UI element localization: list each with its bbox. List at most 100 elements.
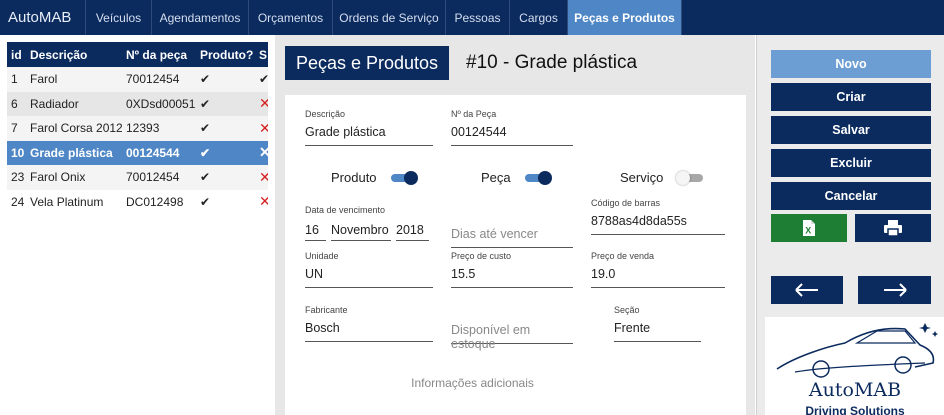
informacoes-adicionais-input[interactable]: Informações adicionais [285,376,660,390]
dias-vencer-field[interactable]: Dias até vencer [451,211,573,248]
secao-select[interactable]: Frente [614,316,701,342]
nav-item-veiculos[interactable]: Veículos [86,0,152,35]
check-icon: ✔ [196,116,255,141]
nav-item-cargos[interactable]: Cargos [510,0,568,35]
cross-icon: ✕ [255,91,268,116]
table-row[interactable]: 6 Radiador 0XDsd00051 ✔ ✕ [7,91,268,116]
estoque-field[interactable]: Disponível em estoque [451,318,573,351]
svg-text:X: X [805,226,811,236]
cell-id: 24 [7,189,26,214]
nav-item-pessoas[interactable]: Pessoas [446,0,510,35]
produto-toggle-label: Produto [331,170,377,185]
check-icon: ✔ [196,67,255,92]
criar-button[interactable]: Criar [771,83,931,111]
cell-descricao: Radiador [26,91,122,116]
logo-name: AutoMAB [808,379,902,401]
excel-export-button[interactable]: X [771,214,847,242]
column-header-descricao[interactable]: Descrição [26,42,122,67]
nav-item-orcamentos[interactable]: Orçamentos [249,0,333,35]
fabricante-field[interactable]: Fabricante Bosch [305,305,433,342]
descricao-input[interactable]: Grade plástica [305,120,433,146]
column-header-id[interactable]: id [7,42,26,67]
column-header-numero[interactable]: Nº da peça [122,42,196,67]
dias-vencer-input[interactable]: Dias até vencer [451,222,573,248]
servico-toggle-row[interactable]: Serviço [620,170,704,185]
secao-field[interactable]: Seção Frente [614,305,701,342]
preco-custo-field[interactable]: Preço de custo 15.5 [451,251,573,288]
record-title: #10 - Grade plástica [466,52,638,73]
preco-custo-input[interactable]: 15.5 [451,262,573,288]
numero-peca-field[interactable]: Nº da Peça 00124544 [451,109,573,146]
excluir-button[interactable]: Excluir [771,149,931,177]
next-record-button[interactable] [858,276,931,304]
estoque-input[interactable]: Disponível em estoque [451,318,573,351]
vencimento-month-select[interactable]: Novembro [331,221,391,241]
section-title: Peças e Produtos [285,46,449,80]
nav-item-agendamentos[interactable]: Agendamentos [152,0,249,35]
descricao-field[interactable]: Descrição Grade plástica [305,109,433,146]
table-row[interactable]: 23 Farol Onix 70012454 ✔ ✕ [7,165,268,190]
print-button[interactable] [855,214,931,242]
cell-numero: 12393 [122,116,196,141]
secao-label: Seção [614,305,640,315]
unidade-input[interactable]: UN [305,262,433,288]
cell-id: 23 [7,165,26,190]
nav-item-ordens-servico[interactable]: Ordens de Serviço [333,0,446,35]
arrow-left-icon [795,283,818,297]
column-header-produto[interactable]: Produto? [196,42,255,67]
table-header-row: id Descrição Nº da peça Produto? S [7,42,268,67]
peca-toggle-label: Peça [481,170,511,185]
numero-peca-label: Nº da Peça [451,109,497,119]
part-form: Descrição Grade plástica Nº da Peça 0012… [285,95,746,415]
cell-numero: 00124544 [122,140,196,165]
preco-venda-label: Preço de venda [591,251,655,261]
servico-toggle-label: Serviço [620,170,664,185]
actions-panel: Novo Criar Salvar Excluir Cancelar X Aut… [756,35,944,415]
table-row-selected[interactable]: 10 Grade plástica 00124544 ✔ ✕ [7,140,268,165]
cell-id: 1 [7,67,26,92]
check-icon: ✔ [196,140,255,165]
check-icon: ✔ [255,67,268,92]
fabricante-label: Fabricante [305,305,348,315]
check-icon: ✔ [196,165,255,190]
servico-toggle[interactable] [676,170,704,185]
table-row[interactable]: 1 Farol 70012454 ✔ ✔ [7,67,268,92]
cell-numero: 70012454 [122,67,196,92]
cross-icon: ✕ [255,165,268,190]
column-header-servico[interactable]: S [255,42,268,67]
cancelar-button[interactable]: Cancelar [771,182,931,210]
peca-toggle-row[interactable]: Peça [481,170,552,185]
detail-panel: Peças e Produtos #10 - Grade plástica De… [275,35,755,415]
vencimento-day-select[interactable]: 16 [305,221,326,241]
parts-table: id Descrição Nº da peça Produto? S 1 Far… [7,42,268,214]
peca-toggle[interactable] [524,170,552,185]
codigo-barras-input[interactable]: 8788as4d8da55s [591,209,725,235]
novo-button[interactable]: Novo [771,50,931,78]
salvar-button[interactable]: Salvar [771,116,931,144]
unidade-field[interactable]: Unidade UN [305,251,433,288]
cell-id: 7 [7,116,26,141]
app-brand[interactable]: AutoMAB [0,0,86,35]
nav-item-pecas-produtos[interactable]: Peças e Produtos [568,0,682,35]
codigo-barras-field[interactable]: Código de barras 8788as4d8da55s [591,198,725,235]
excel-export-icon: X [803,220,815,236]
preco-venda-input[interactable]: 19.0 [591,262,725,288]
produto-toggle-row[interactable]: Produto [331,170,418,185]
descricao-label: Descrição [305,109,346,119]
preco-venda-field[interactable]: Preço de venda 19.0 [591,251,725,288]
cell-descricao: Farol Corsa 2012 [26,116,122,141]
parts-list-panel: id Descrição Nº da peça Produto? S 1 Far… [0,35,275,415]
vencimento-year-select[interactable]: 2018 [396,221,429,241]
previous-record-button[interactable] [771,276,843,304]
top-nav: AutoMAB Veículos Agendamentos Orçamentos… [0,0,944,35]
numero-peca-input[interactable]: 00124544 [451,120,573,146]
table-row[interactable]: 24 Vela Platinum DC012498 ✔ ✕ [7,189,268,214]
table-row[interactable]: 7 Farol Corsa 2012 12393 ✔ ✕ [7,116,268,141]
cell-numero: 0XDsd00051 [122,91,196,116]
cross-icon: ✕ [255,116,268,141]
cell-numero: DC012498 [122,189,196,214]
produto-toggle[interactable] [390,170,418,185]
cell-descricao: Vela Platinum [26,189,122,214]
fabricante-input[interactable]: Bosch [305,316,433,342]
cell-descricao: Farol [26,67,122,92]
